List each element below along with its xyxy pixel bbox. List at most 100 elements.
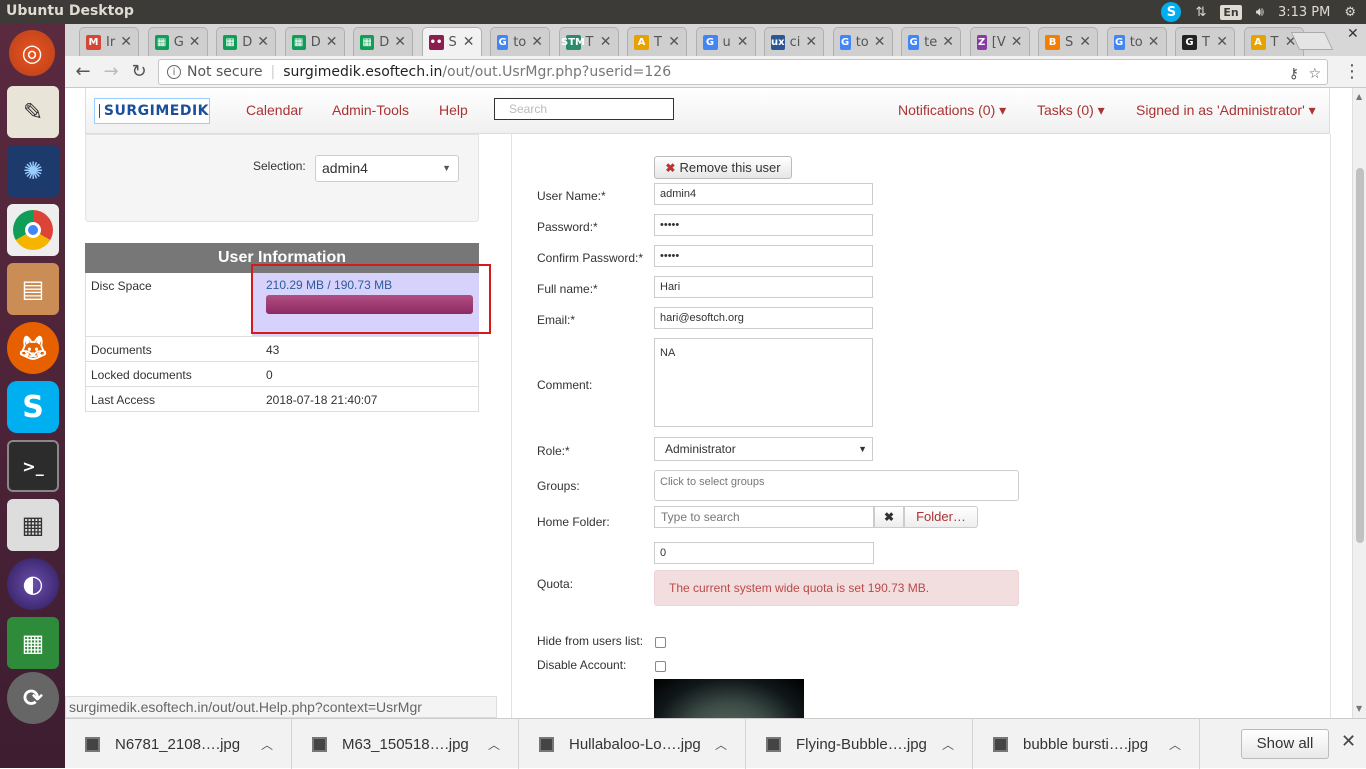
keyboard-language-indicator[interactable]: En — [1220, 4, 1242, 20]
browser-tab[interactable]: B S ✕ — [1038, 27, 1098, 56]
chevron-up-icon[interactable]: ︿ — [715, 736, 727, 753]
home-folder-search-input[interactable]: Type to search — [654, 506, 874, 528]
tab-close-icon[interactable]: ✕ — [737, 34, 749, 50]
chevron-up-icon[interactable]: ︿ — [488, 736, 500, 753]
chevron-up-icon[interactable]: ︿ — [1169, 736, 1181, 753]
tab-close-icon[interactable]: ✕ — [531, 34, 543, 50]
terminal-icon[interactable]: >_ — [7, 440, 59, 492]
info-icon[interactable]: i — [167, 65, 181, 79]
download-item[interactable]: N6781_2108….jpg ︿ — [65, 719, 292, 769]
browser-tab[interactable]: STM T ✕ — [558, 27, 619, 56]
browser-tab[interactable]: ▦ D ✕ — [216, 27, 276, 56]
tab-close-icon[interactable]: ✕ — [394, 34, 406, 50]
tab-close-icon[interactable]: ✕ — [668, 34, 680, 50]
forward-arrow-icon[interactable]: → — [100, 61, 122, 82]
calculator-icon[interactable]: ▦ — [7, 499, 59, 551]
network-icon[interactable]: ⇅ — [1195, 5, 1206, 20]
browser-tab[interactable]: M Ir ✕ — [79, 27, 139, 56]
browser-tab[interactable]: Gu ✕ — [695, 27, 756, 56]
back-arrow-icon[interactable]: ← — [72, 61, 94, 82]
role-dropdown[interactable]: Administrator ▼ — [654, 437, 873, 461]
user-selection-dropdown[interactable]: admin4 ▼ — [315, 155, 459, 182]
browser-tab[interactable]: Gto ✕ — [832, 27, 893, 56]
nav-help-link[interactable]: Help — [439, 102, 468, 118]
tab-close-icon[interactable]: ✕ — [1011, 34, 1023, 50]
scrollbar-thumb[interactable] — [1356, 168, 1364, 543]
tasks-menu[interactable]: Tasks (0) ▾ — [1037, 102, 1105, 119]
username-field[interactable]: admin4 — [654, 183, 873, 205]
download-item[interactable]: M63_150518….jpg ︿ — [292, 719, 519, 769]
browser-tab[interactable]: Gte ✕ — [901, 27, 961, 56]
firefox-icon[interactable]: 🦊︎ — [7, 322, 59, 374]
ubuntu-dash-icon[interactable]: ◎ — [9, 30, 55, 76]
browser-tab[interactable]: Gto ✕ — [1106, 27, 1167, 56]
clock[interactable]: 3:13 PM — [1278, 5, 1330, 20]
browser-tab[interactable]: ▦ D ✕ — [284, 27, 345, 56]
notifications-menu[interactable]: Notifications (0) ▾ — [898, 102, 1006, 119]
browser-tab[interactable]: Z [V ✕ — [969, 27, 1030, 56]
scroll-down-arrow-icon[interactable]: ▼ — [1356, 704, 1362, 713]
key-icon[interactable]: ⚷ — [1289, 66, 1299, 82]
volume-icon[interactable]: 🔊︎ — [1256, 5, 1264, 20]
chevron-up-icon[interactable]: ︿ — [942, 736, 954, 753]
browser-tab[interactable]: Gto ✕ — [490, 27, 550, 56]
address-bar[interactable]: i Not secure | surgimedik.esoftech.in /o… — [158, 59, 1328, 85]
tab-close-icon[interactable]: ✕ — [1079, 34, 1091, 50]
skype-tray-icon[interactable]: S — [1161, 2, 1182, 22]
tab-close-icon[interactable]: ✕ — [120, 34, 132, 50]
search-input[interactable]: Search — [494, 98, 674, 120]
close-icon[interactable]: ✕ — [1341, 731, 1356, 752]
surgimedik-logo[interactable]: SURGIMEDIK — [94, 98, 210, 124]
spreadsheet-icon[interactable]: ▦ — [7, 617, 59, 669]
remove-user-button[interactable]: ✖ Remove this user — [654, 156, 792, 179]
download-item[interactable]: Flying-Bubble….jpg ︿ — [746, 719, 973, 769]
settings-gear-icon[interactable]: ⚙ — [1344, 5, 1356, 20]
file-manager-icon[interactable]: ▤ — [7, 263, 59, 315]
browser-tab[interactable]: A T ✕ — [627, 27, 687, 56]
software-updater-icon[interactable]: ⟳ — [7, 672, 59, 724]
tab-close-icon[interactable]: ✕ — [874, 34, 886, 50]
tab-close-icon[interactable]: ✕ — [942, 34, 954, 50]
browser-tab[interactable]: ux ci ✕ — [764, 27, 824, 56]
chevron-up-icon[interactable]: ︿ — [261, 736, 273, 753]
chrome-icon[interactable] — [7, 204, 59, 256]
tab-close-icon[interactable]: ✕ — [189, 34, 201, 50]
new-tab-button[interactable] — [1290, 32, 1334, 50]
tab-close-icon[interactable]: ✕ — [1216, 34, 1228, 50]
tab-close-icon[interactable]: ✕ — [805, 34, 817, 50]
menu-kebab-icon[interactable]: ⋮ — [1341, 61, 1363, 82]
bookmark-star-icon[interactable]: ☆ — [1308, 66, 1321, 82]
browser-tab[interactable]: ▦ G ✕ — [147, 27, 208, 56]
browser-tab[interactable]: G T ✕ — [1175, 27, 1235, 56]
text-editor-icon[interactable]: ✎ — [7, 86, 59, 138]
hide-from-list-checkbox[interactable] — [655, 637, 666, 648]
fullname-field[interactable]: Hari — [654, 276, 873, 298]
password-field[interactable]: ••••• — [654, 214, 873, 236]
page-scrollbar[interactable]: ▲ ▼ — [1352, 88, 1366, 718]
clear-folder-button[interactable]: ✖ — [874, 506, 904, 528]
tab-close-icon[interactable]: ✕ — [1148, 34, 1160, 50]
quota-field[interactable]: 0 — [654, 542, 874, 564]
signed-in-user-menu[interactable]: Signed in as 'Administrator' ▾ — [1136, 102, 1316, 119]
skype-icon[interactable]: S — [7, 381, 59, 433]
tab-close-icon[interactable]: ✕ — [326, 34, 338, 50]
comment-textarea[interactable]: NA — [654, 338, 873, 427]
browser-tab[interactable]: •• S ✕ — [421, 27, 482, 56]
nav-calendar-link[interactable]: Calendar — [246, 102, 303, 118]
show-all-downloads-button[interactable]: Show all — [1241, 729, 1329, 759]
groups-multiselect[interactable]: Click to select groups — [654, 470, 1019, 501]
tab-close-icon[interactable]: ✕ — [257, 34, 269, 50]
scroll-up-arrow-icon[interactable]: ▲ — [1356, 92, 1362, 101]
tab-close-icon[interactable]: ✕ — [463, 34, 475, 50]
confirm-password-field[interactable]: ••••• — [654, 245, 873, 267]
tab-close-icon[interactable]: ✕ — [600, 34, 612, 50]
download-item[interactable]: Hullabaloo-Lo….jpg ︿ — [519, 719, 746, 769]
nav-admin-tools-link[interactable]: Admin-Tools — [332, 102, 409, 118]
disable-account-checkbox[interactable] — [655, 661, 666, 672]
window-close-button[interactable]: ✕ — [1347, 26, 1359, 42]
browser-tab[interactable]: ▦ D ✕ — [353, 27, 413, 56]
shutter-icon[interactable]: ✺ — [7, 145, 59, 197]
eclipse-icon[interactable]: ◐ — [7, 558, 59, 610]
reload-icon[interactable]: ↻ — [128, 61, 150, 82]
download-item[interactable]: bubble bursti….jpg ︿ — [973, 719, 1200, 769]
